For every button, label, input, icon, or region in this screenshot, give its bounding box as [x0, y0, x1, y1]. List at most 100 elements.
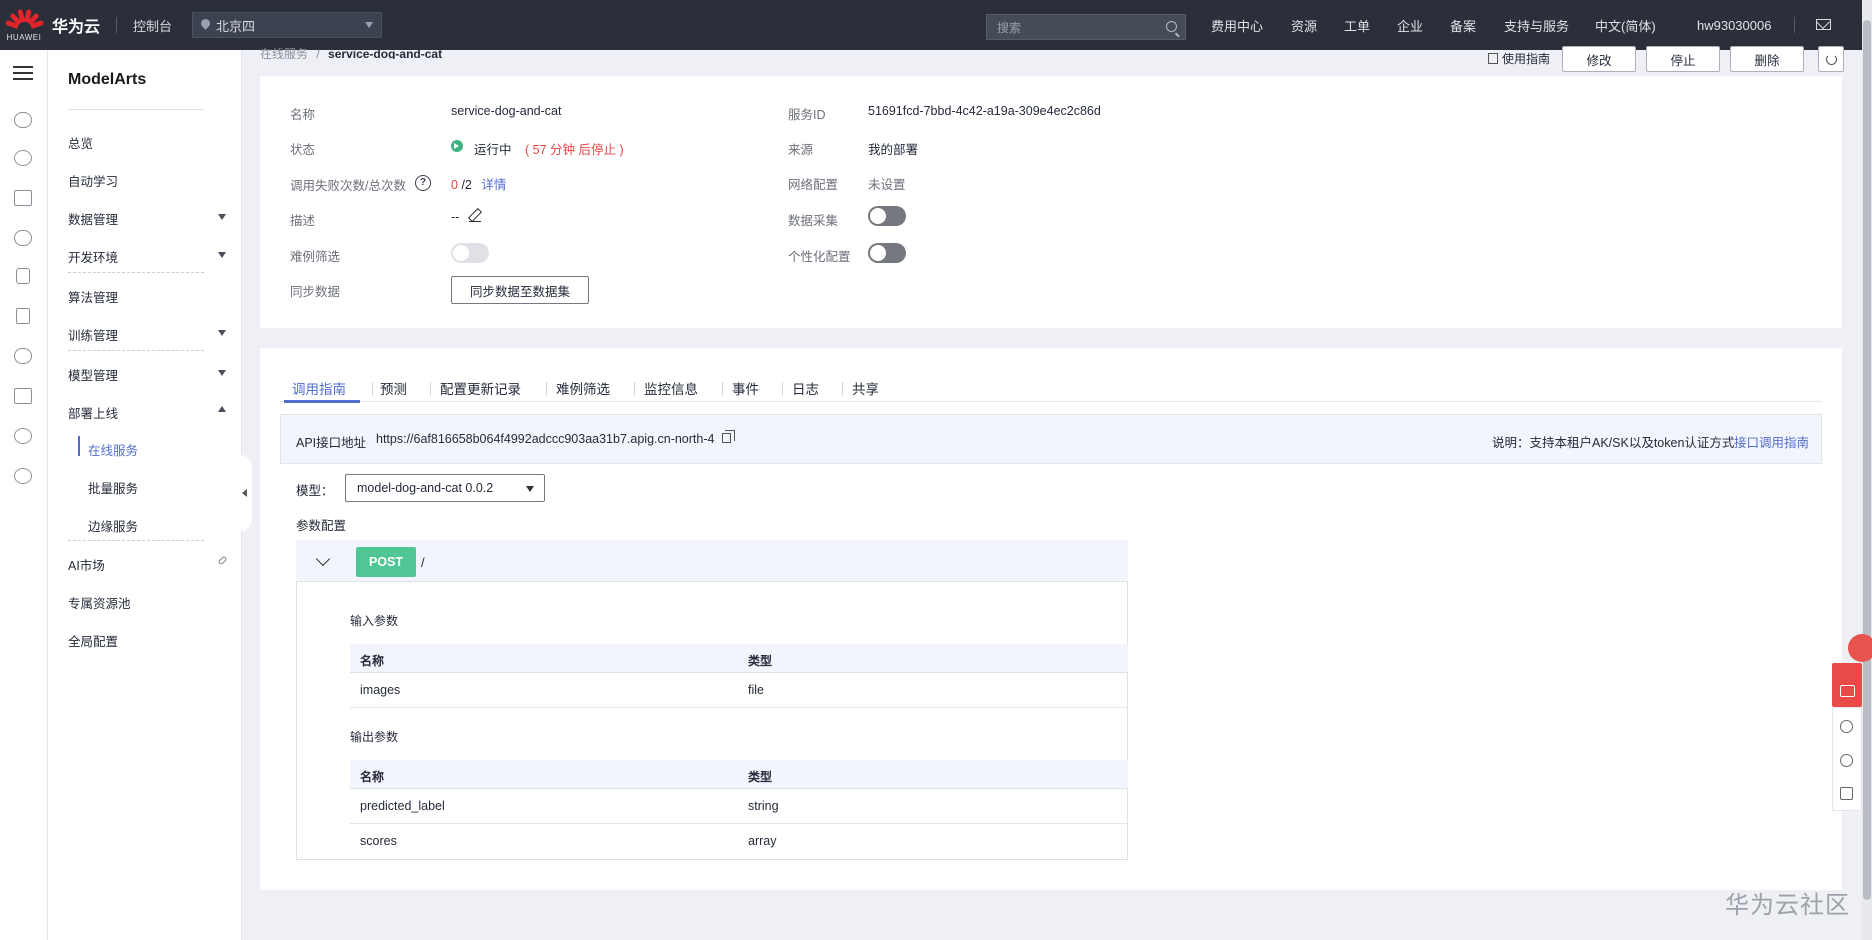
refresh-icon[interactable]	[1818, 46, 1844, 72]
sidebar-item-edge-service[interactable]: 边缘服务	[88, 516, 138, 535]
globe-icon[interactable]	[14, 428, 32, 444]
api-guide-link[interactable]: 接口调用指南	[1734, 432, 1809, 451]
stop-button[interactable]: 停止	[1646, 46, 1720, 72]
nav-enterprise[interactable]: 企业	[1397, 0, 1423, 50]
region-select[interactable]: 北京四	[192, 12, 383, 38]
assistant-avatar-icon[interactable]	[1848, 634, 1872, 662]
sidebar-item-model[interactable]: 模型管理	[68, 365, 118, 384]
tab-config-history[interactable]: 配置更新记录	[440, 378, 521, 398]
brand-name[interactable]: 华为云	[52, 13, 100, 37]
auto-stop-note[interactable]: ( 57 分钟 后停止 )	[525, 139, 624, 158]
settings-icon[interactable]	[14, 468, 32, 484]
huawei-logo[interactable]: HUAWEI	[0, 0, 48, 50]
search-placeholder: 搜索	[997, 20, 1022, 35]
hard-example-label: 难例筛选	[290, 250, 341, 264]
cluster-icon[interactable]	[14, 150, 32, 166]
calls-detail-link[interactable]: 详情	[481, 178, 506, 192]
divider	[68, 540, 204, 541]
tab-monitoring[interactable]: 监控信息	[644, 378, 698, 398]
divider	[350, 823, 1128, 824]
divider	[430, 382, 431, 396]
model-select[interactable]: model-dog-and-cat 0.0.2	[345, 474, 545, 502]
sidebar-item-online-service[interactable]: 在线服务	[88, 440, 138, 459]
service-id-label: 服务ID	[788, 108, 826, 122]
cloud-monitor-icon[interactable]	[14, 348, 32, 364]
cloud-service-icon[interactable]	[14, 230, 32, 246]
search-input[interactable]: 搜索	[986, 14, 1186, 40]
feedback-icon[interactable]	[1840, 720, 1853, 733]
sidebar-item-batch-service[interactable]: 批量服务	[88, 478, 138, 497]
data-collection-label: 数据采集	[788, 214, 839, 228]
delete-button[interactable]: 删除	[1730, 46, 1804, 72]
sidebar-item-dedicated-pool[interactable]: 专属资源池	[68, 593, 131, 612]
sidebar-item-algorithm[interactable]: 算法管理	[68, 287, 118, 306]
chart-icon[interactable]	[14, 190, 32, 206]
name-label: 名称	[290, 108, 316, 122]
console-link[interactable]: 控制台	[133, 16, 172, 35]
input-params-title: 输入参数	[350, 614, 399, 628]
huawei-flower-icon	[4, 8, 45, 31]
sidebar-collapse-button[interactable]	[230, 455, 252, 531]
caret-up-icon[interactable]	[218, 406, 226, 412]
sidebar-item-dev-env[interactable]: 开发环境	[68, 247, 118, 266]
guide-link[interactable]: 使用指南	[1488, 50, 1550, 67]
anchor-icon[interactable]	[14, 388, 32, 404]
output-params-title: 输出参数	[350, 730, 399, 744]
sidebar-item-overview[interactable]: 总览	[68, 133, 93, 152]
hard-example-toggle[interactable]	[451, 243, 489, 263]
search-icon[interactable]	[1166, 21, 1177, 32]
divider	[842, 382, 843, 396]
tab-events[interactable]: 事件	[732, 378, 759, 398]
sidebar-title: ModelArts	[68, 71, 147, 88]
personalization-toggle[interactable]	[868, 243, 906, 263]
database-icon[interactable]	[16, 268, 30, 284]
caret-down-icon[interactable]	[218, 370, 226, 376]
sidebar-item-global-config[interactable]: 全局配置	[68, 631, 118, 650]
sidebar-item-auto-learning[interactable]: 自动学习	[68, 171, 118, 190]
name-value: service-dog-and-cat	[451, 104, 562, 118]
nav-tickets[interactable]: 工单	[1344, 0, 1370, 50]
output-row-type: string	[748, 799, 779, 813]
edit-icon[interactable]	[469, 210, 481, 222]
modify-button[interactable]: 修改	[1562, 46, 1636, 72]
nav-resources[interactable]: 资源	[1291, 0, 1317, 50]
sync-to-dataset-button[interactable]: 同步数据至数据集	[451, 276, 589, 304]
input-row-name: images	[360, 683, 401, 697]
caret-down-icon[interactable]	[218, 330, 226, 336]
calls-total: /2	[461, 178, 472, 192]
nav-filing[interactable]: 备案	[1450, 0, 1476, 50]
cloud-icon[interactable]	[14, 112, 32, 128]
data-collection-toggle[interactable]	[868, 206, 906, 226]
chevron-down-icon	[365, 22, 374, 28]
hamburger-menu-icon[interactable]	[13, 66, 33, 80]
document-icon[interactable]	[16, 308, 30, 324]
tab-share[interactable]: 共享	[852, 378, 879, 398]
checklist-icon[interactable]	[1840, 787, 1853, 800]
tab-logs[interactable]: 日志	[792, 378, 819, 398]
nav-user[interactable]: hw93030006	[1697, 0, 1771, 50]
breadcrumb-parent[interactable]: 在线服务	[260, 47, 308, 59]
sidebar-item-deploy[interactable]: 部署上线	[68, 403, 118, 422]
help-icon[interactable]: ?	[415, 175, 431, 191]
tab-call-guide[interactable]: 调用指南	[292, 378, 346, 398]
caret-down-icon[interactable]	[218, 252, 226, 258]
external-link-icon[interactable]	[217, 555, 228, 566]
nav-support[interactable]: 支持与服务	[1504, 0, 1569, 50]
input-col-name: 名称	[360, 654, 385, 668]
mail-icon[interactable]	[1816, 19, 1831, 30]
tab-predict[interactable]: 预测	[380, 378, 407, 398]
nav-billing[interactable]: 费用中心	[1211, 0, 1263, 50]
caret-down-icon[interactable]	[218, 214, 226, 220]
sidebar-item-data-management[interactable]: 数据管理	[68, 209, 118, 228]
help-icon[interactable]	[1840, 754, 1853, 767]
copy-icon[interactable]	[722, 430, 735, 443]
calls-value: 0 /2 详情	[451, 174, 506, 193]
caret-down-icon	[526, 486, 534, 492]
nav-language[interactable]: 中文(简体)	[1595, 0, 1656, 50]
tab-hard-examples[interactable]: 难例筛选	[556, 378, 610, 398]
active-tab-indicator	[284, 400, 360, 403]
chat-icon[interactable]	[1832, 663, 1862, 707]
sidebar-item-training[interactable]: 训练管理	[68, 325, 118, 344]
sidebar-item-ai-market[interactable]: AI市场	[68, 555, 105, 574]
scrollbar-thumb[interactable]	[1863, 20, 1871, 900]
